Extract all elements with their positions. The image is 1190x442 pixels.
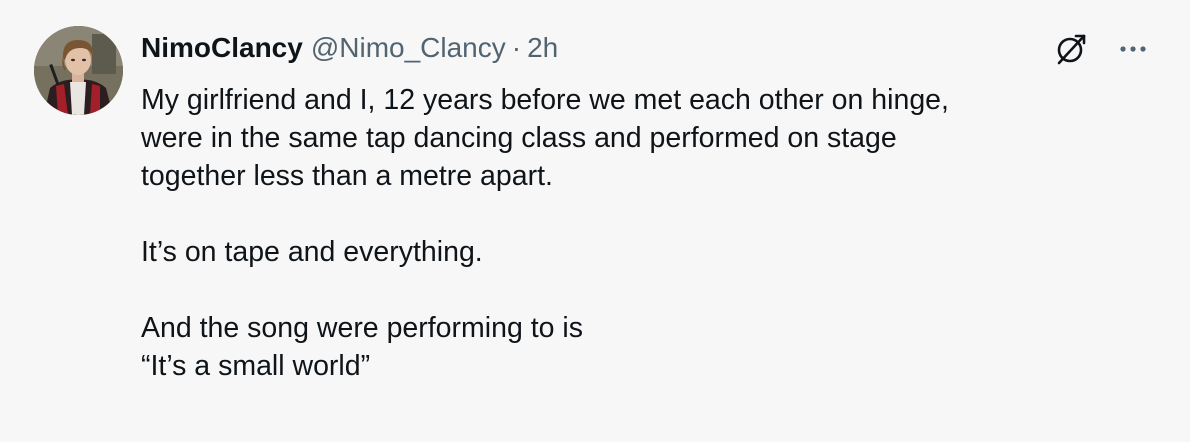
tweet-paragraph-spacer [141, 271, 1161, 309]
tweet-card[interactable]: NimoClancy @Nimo_Clancy · 2h My girlfrie… [0, 0, 1190, 442]
slashed-circle-icon [1057, 34, 1086, 65]
tweet-header: NimoClancy @Nimo_Clancy · 2h [141, 30, 558, 66]
tweet-paragraph-spacer [141, 195, 1161, 233]
tweet-paragraph: And the song were performing to is “It’s… [141, 312, 583, 382]
avatar[interactable] [34, 26, 123, 115]
more-dots-icon [1120, 46, 1146, 52]
grok-button[interactable] [1051, 29, 1091, 69]
tweet-paragraph: My girlfriend and I, 12 years before we … [141, 84, 949, 192]
more-options-button[interactable] [1113, 29, 1153, 69]
author-handle[interactable]: @Nimo_Clancy [311, 30, 506, 66]
author-display-name[interactable]: NimoClancy [141, 30, 303, 66]
tweet-timestamp[interactable]: 2h [527, 30, 558, 66]
avatar-photo [34, 26, 123, 115]
tweet-text: My girlfriend and I, 12 years before we … [141, 81, 1161, 385]
header-separator: · [511, 32, 522, 63]
tweet-paragraph: It’s on tape and everything. [141, 236, 483, 268]
